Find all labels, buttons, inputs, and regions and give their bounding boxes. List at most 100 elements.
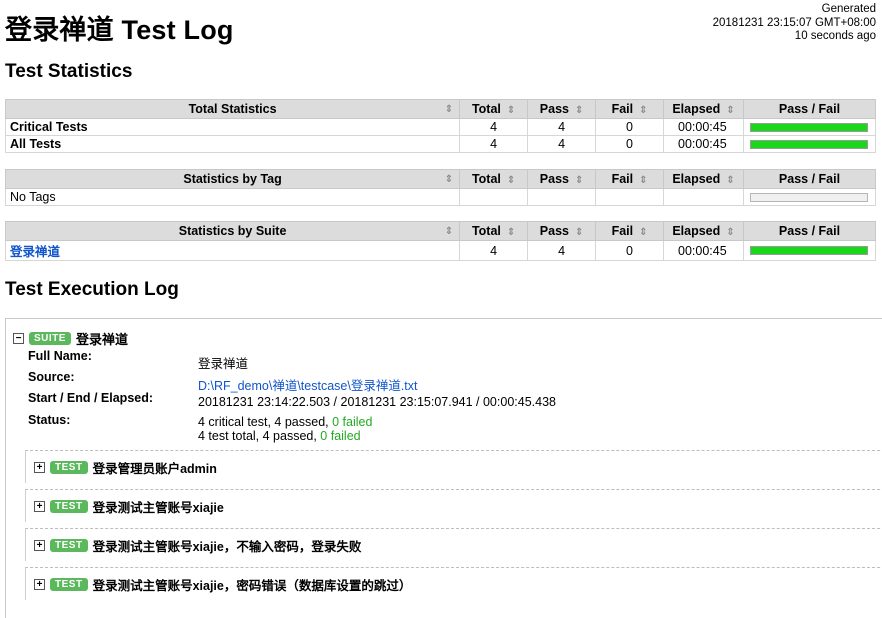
expand-icon[interactable]: + [34, 578, 45, 590]
sort-icon: ⇕ [506, 175, 516, 186]
generated-time: 20181231 23:15:07 GMT+08:00 [712, 16, 876, 29]
col-statistics-by-tag[interactable]: Statistics by Tag ⇕ [4, 169, 461, 189]
row-fail: 0 [595, 118, 664, 136]
critical-failed-count: 0 failed [332, 415, 373, 429]
col-total[interactable]: Total ⇕ [459, 221, 529, 241]
times-value: 20181231 23:14:22.503 / 20181231 23:15:0… [198, 395, 556, 409]
row-elapsed: 00:00:45 [663, 240, 744, 261]
pass-fail-bar [750, 192, 869, 202]
test-statistics-heading: Test Statistics [5, 61, 133, 82]
row-label: No Tags [4, 188, 461, 206]
col-elapsed[interactable]: Elapsed ⇕ [663, 99, 744, 119]
sort-icon: ⇕ [574, 227, 584, 238]
row-pass-fail [742, 135, 877, 153]
collapse-icon[interactable]: − [13, 333, 24, 344]
col-total-statistics[interactable]: Total Statistics ⇕ [4, 99, 461, 119]
execution-log: − SUITE 登录禅道 Full Name: 登录禅道 Source: D:\… [5, 318, 882, 618]
col-pass[interactable]: Pass ⇕ [527, 221, 597, 241]
sort-icon: ⇕ [506, 105, 516, 116]
row-pass-fail [742, 188, 877, 206]
sort-icon: ⇕ [444, 174, 454, 185]
total-failed-count: 0 failed [320, 429, 361, 443]
test-badge: TEST [50, 460, 88, 474]
row-pass: 4 [527, 240, 597, 261]
test-badge: TEST [50, 499, 88, 513]
sort-icon: ⇕ [639, 105, 648, 116]
status-value: 4 critical test, 4 passed, 0 failed 4 te… [198, 415, 373, 443]
pass-fail-bar [750, 246, 869, 255]
times-label: Start / End / Elapsed: [28, 391, 154, 405]
col-fail[interactable]: Fail ⇕ [595, 99, 664, 119]
col-pass-fail: Pass / Fail [742, 99, 877, 119]
test-item[interactable]: + TEST 登录管理员账户admin [25, 450, 882, 483]
row-elapsed: 00:00:45 [663, 118, 744, 136]
suite-header[interactable]: − SUITE 登录禅道 [13, 329, 128, 348]
sort-icon: ⇕ [726, 227, 735, 238]
sort-icon: ⇕ [574, 175, 584, 186]
full-name-label: Full Name: [28, 349, 92, 363]
row-label: 登录禅道 [4, 240, 461, 261]
table-row: 登录禅道 4 4 0 00:00:45 [4, 240, 877, 261]
row-pass [527, 188, 597, 206]
test-execution-log-heading: Test Execution Log [5, 279, 179, 300]
row-pass-fail [742, 118, 877, 136]
suite-metadata: Full Name: 登录禅道 Source: D:\RF_demo\禅道\te… [28, 349, 556, 443]
col-elapsed[interactable]: Elapsed ⇕ [663, 169, 744, 189]
col-elapsed[interactable]: Elapsed ⇕ [663, 221, 744, 241]
test-name: 登录测试主管账号xiajie [92, 500, 224, 515]
test-name: 登录测试主管账号xiajie，密码错误（数据库设置的跳过） [92, 578, 412, 593]
expand-icon[interactable]: + [34, 500, 45, 512]
tag-statistics-table: Statistics by Tag ⇕ Total ⇕ Pass ⇕ Fail ⇕ El… [4, 169, 877, 206]
sort-icon: ⇕ [639, 175, 648, 186]
status-label: Status: [28, 413, 71, 427]
table-row: No Tags [4, 188, 877, 206]
table-row: All Tests 4 4 0 00:00:45 [4, 135, 877, 153]
row-total: 4 [459, 240, 529, 261]
col-fail[interactable]: Fail ⇕ [595, 169, 664, 189]
generated-info: Generated 20181231 23:15:07 GMT+08:00 10… [713, 3, 876, 44]
test-item[interactable]: + TEST 登录测试主管账号xiajie，不输入密码，登录失败 [25, 528, 882, 561]
suite-link[interactable]: 登录禅道 [10, 245, 60, 259]
suite-name: 登录禅道 [75, 332, 128, 347]
col-pass[interactable]: Pass ⇕ [527, 99, 597, 119]
generated-label: Generated [821, 3, 876, 15]
sort-icon: ⇕ [639, 227, 648, 238]
source-label: Source: [28, 370, 75, 384]
col-total[interactable]: Total ⇕ [459, 169, 529, 189]
col-statistics-by-suite[interactable]: Statistics by Suite ⇕ [4, 221, 461, 241]
table-row: Critical Tests 4 4 0 00:00:45 [4, 118, 877, 136]
pass-fail-bar [750, 122, 869, 132]
row-fail: 0 [595, 240, 664, 261]
col-total[interactable]: Total ⇕ [459, 99, 529, 119]
generated-ago: 10 seconds ago [794, 30, 876, 42]
row-total [459, 188, 529, 206]
row-elapsed: 00:00:45 [663, 135, 744, 153]
row-elapsed [663, 188, 744, 206]
pass-fail-bar [750, 139, 869, 149]
total-statistics-table: Total Statistics ⇕ Total ⇕ Pass ⇕ Fail ⇕ Ela… [4, 99, 877, 153]
sort-icon: ⇕ [444, 104, 454, 115]
test-item[interactable]: + TEST 登录测试主管账号xiajie，密码错误（数据库设置的跳过） [25, 567, 882, 600]
expand-icon[interactable]: + [34, 539, 45, 551]
suite-badge: SUITE [29, 332, 71, 345]
row-label: All Tests [4, 135, 461, 153]
col-pass[interactable]: Pass ⇕ [527, 169, 597, 189]
full-name-value: 登录禅道 [198, 357, 249, 371]
row-total: 4 [459, 118, 529, 136]
sort-icon: ⇕ [574, 105, 584, 116]
test-badge: TEST [50, 577, 88, 591]
col-pass-fail: Pass / Fail [742, 169, 877, 189]
row-pass: 4 [527, 135, 597, 153]
test-name: 登录测试主管账号xiajie，不输入密码，登录失败 [92, 539, 362, 554]
test-item[interactable]: + TEST 登录测试主管账号xiajie [25, 489, 882, 522]
col-fail[interactable]: Fail ⇕ [595, 221, 664, 241]
page-title: 登录禅道 Test Log [5, 15, 234, 45]
row-pass: 4 [527, 118, 597, 136]
row-pass-fail [742, 240, 877, 261]
expand-icon[interactable]: + [34, 461, 45, 473]
col-pass-fail: Pass / Fail [742, 221, 877, 241]
test-badge: TEST [50, 538, 88, 552]
suite-statistics-table: Statistics by Suite ⇕ Total ⇕ Pass ⇕ Fail ⇕ … [4, 221, 877, 261]
test-name: 登录管理员账户admin [92, 461, 217, 476]
sort-icon: ⇕ [506, 227, 516, 238]
